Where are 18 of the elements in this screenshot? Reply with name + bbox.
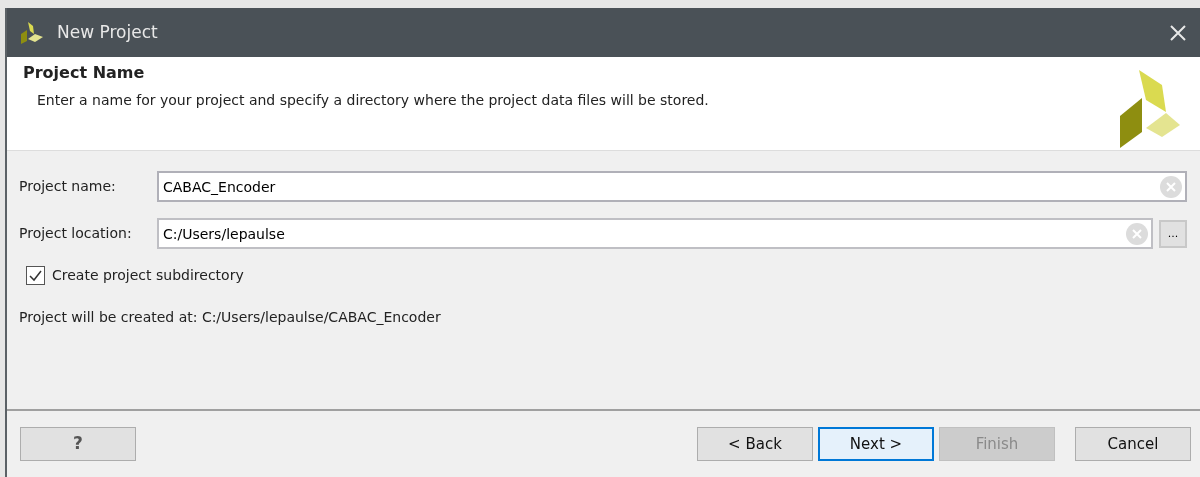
cancel-button[interactable]: Cancel: [1075, 427, 1191, 461]
result-path-text: Project will be created at: C:/Users/lepaulse/CABAC_Encoder: [19, 308, 442, 327]
close-icon[interactable]: [1170, 24, 1186, 41]
window-title: New Project: [57, 20, 158, 44]
field-label: Project location:: [19, 224, 133, 243]
subdirectory-checkbox[interactable]: [26, 266, 45, 285]
page-description: Enter a name for your project and specify a directory where the project data files will be stored.: [37, 91, 709, 111]
name-field[interactable]: CABAC_Encoder: [157, 171, 1187, 202]
back-button[interactable]: < Back: [697, 427, 813, 461]
page-title: Project Name: [23, 63, 146, 83]
location-field[interactable]: C:/Users/lepaulse: [157, 218, 1153, 249]
checkbox-label[interactable]: Create project subdirectory: [52, 265, 244, 286]
next-button[interactable]: Next >: [818, 427, 934, 461]
logo-icon: [1120, 70, 1180, 148]
help-button[interactable]: ?: [20, 427, 136, 461]
field-label: Project name:: [19, 177, 117, 196]
browse-button[interactable]: ...: [1159, 219, 1187, 248]
app-logo-icon: [19, 21, 43, 44]
